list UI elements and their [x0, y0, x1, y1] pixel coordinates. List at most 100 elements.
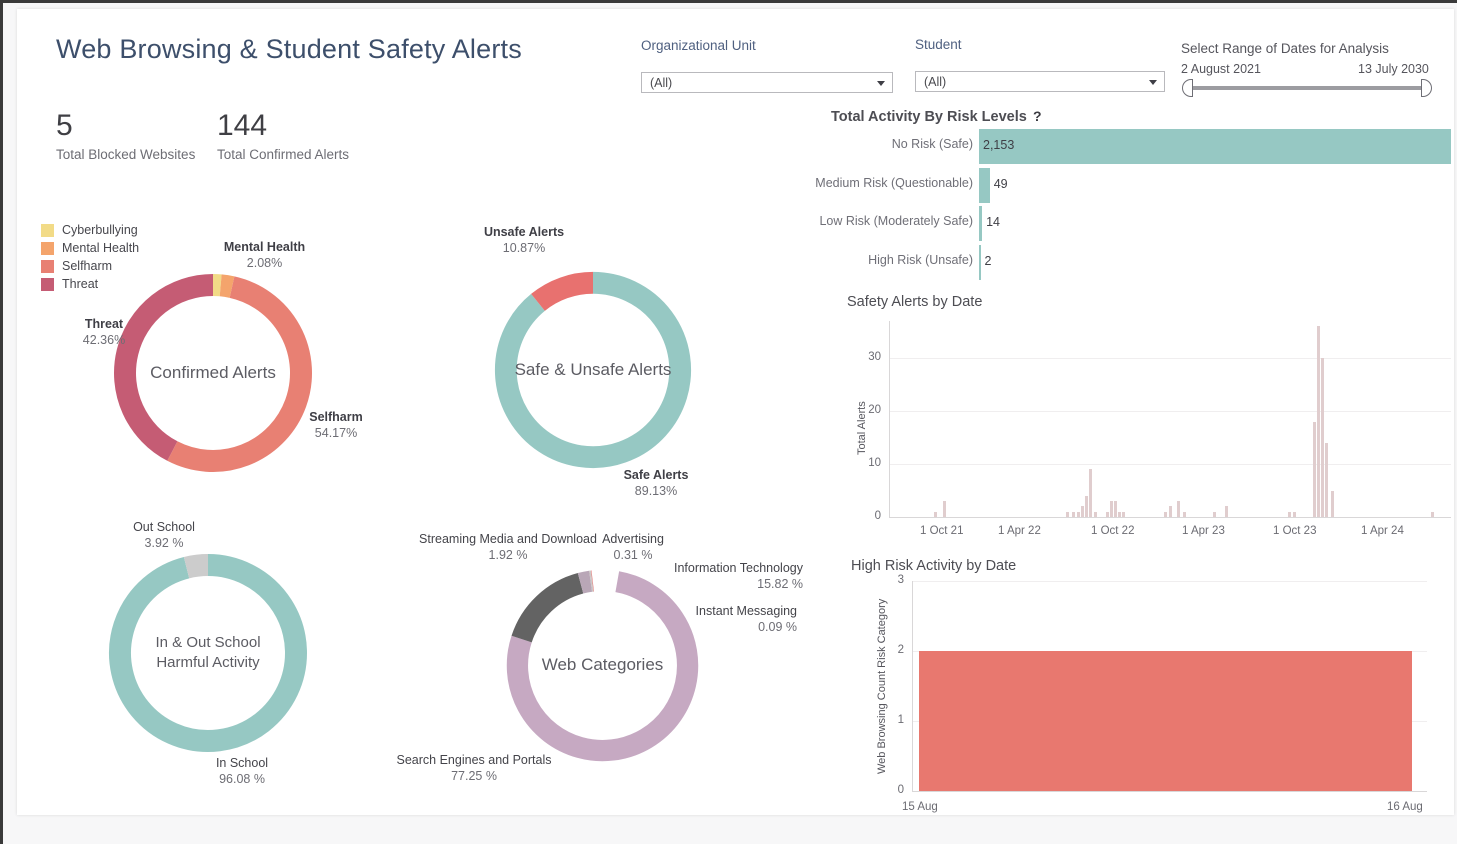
bar[interactable]	[1182, 511, 1186, 517]
x-axis-tick: 1 Oct 22	[1091, 525, 1135, 537]
risk-level-row[interactable]: Medium Risk (Questionable) 49	[815, 167, 1451, 206]
student-dropdown[interactable]: (All)	[915, 71, 1165, 92]
safety-alerts-chart-title: Safety Alerts by Date	[847, 294, 983, 310]
donut-slice[interactable]	[167, 276, 312, 472]
help-icon[interactable]: ?	[1033, 108, 1042, 124]
risk-level-row[interactable]: High Risk (Unsafe) 2	[831, 244, 1451, 283]
risk-level-row[interactable]: No Risk (Safe) 2,153	[831, 129, 1451, 167]
legend-color-swatch	[41, 241, 54, 255]
bar[interactable]	[1212, 511, 1216, 517]
risk-level-label: Medium Risk (Questionable)	[815, 175, 973, 190]
donut-slice[interactable]	[109, 554, 307, 752]
donut-label-instant-messaging: Instant Messaging 0.09 %	[695, 604, 797, 634]
date-range-slider-track[interactable]	[1185, 86, 1427, 90]
bar[interactable]	[1085, 495, 1089, 517]
bar[interactable]	[1076, 511, 1080, 517]
x-axis-tick: 1 Apr 22	[998, 525, 1041, 537]
donut-label-unsafe-alerts: Unsafe Alerts 10.87%	[483, 225, 565, 255]
legend-label: Selfharm	[62, 259, 113, 273]
bar[interactable]	[1320, 358, 1324, 517]
bar[interactable]	[1168, 506, 1172, 517]
donut-label-advertising: Advertising 0.31 %	[602, 532, 664, 562]
date-range-handle-end[interactable]	[1421, 79, 1432, 97]
bar[interactable]	[942, 501, 946, 517]
risk-level-bar[interactable]	[979, 244, 981, 280]
org-unit-label: Organizational Unit	[641, 38, 756, 53]
donut-slice[interactable]	[531, 271, 594, 312]
bar[interactable]	[1118, 511, 1122, 517]
donut-slice[interactable]	[577, 570, 593, 594]
bar[interactable]	[1113, 501, 1117, 517]
bar[interactable]	[919, 651, 1412, 791]
risk-levels-title: Total Activity By Risk Levels	[831, 109, 1027, 125]
risk-level-label: Low Risk (Moderately Safe)	[819, 214, 973, 228]
legend-item[interactable]: Mental Health	[41, 239, 139, 257]
date-range-handle-start[interactable]	[1182, 79, 1193, 97]
kpi-confirmed-alerts-value: 144	[217, 109, 268, 142]
screen-frame: Web Browsing & Student Safety Alerts 5 T…	[0, 0, 1457, 844]
bar[interactable]	[1292, 511, 1296, 517]
donut-label-in-school: In School 96.08 %	[215, 756, 269, 786]
legend-item[interactable]: Cyberbullying	[41, 221, 139, 239]
bar[interactable]	[1176, 501, 1180, 517]
bar[interactable]	[1081, 506, 1085, 517]
legend-color-swatch	[41, 223, 54, 237]
legend-color-swatch	[41, 259, 54, 273]
kpi-blocked-websites-value: 5	[56, 109, 73, 142]
safe-unsafe-donut[interactable]	[488, 265, 698, 475]
risk-level-row[interactable]: Low Risk (Moderately Safe) 14	[819, 206, 1451, 244]
web-categories-donut[interactable]	[500, 563, 705, 768]
plot-area[interactable]	[889, 321, 1451, 517]
date-range-end: 13 July 2030	[1358, 62, 1429, 76]
donut-slice[interactable]	[114, 274, 214, 461]
bar[interactable]	[1105, 511, 1109, 517]
bar[interactable]	[1164, 511, 1168, 517]
donut-slice[interactable]	[183, 554, 209, 579]
donut-label-streaming-media: Streaming Media and Download 1.92 %	[419, 532, 597, 562]
org-unit-dropdown[interactable]: (All)	[641, 72, 893, 93]
legend-label: Threat	[62, 277, 99, 291]
y-axis-line	[912, 581, 913, 791]
bar[interactable]	[1122, 511, 1126, 517]
x-axis-tick: 15 Aug	[902, 801, 938, 813]
y-axis-tick: 3	[897, 574, 904, 586]
donut-label-information-technology: Information Technology 15.82 %	[673, 561, 803, 591]
legend-color-swatch	[41, 277, 54, 291]
donut-label-threat: Threat 42.36%	[82, 317, 126, 347]
org-unit-value: (All)	[650, 76, 673, 90]
bar[interactable]	[1324, 442, 1328, 517]
donut-slice[interactable]	[511, 573, 584, 643]
y-axis-tick: 2	[897, 644, 904, 656]
in-out-school-donut[interactable]	[102, 547, 314, 759]
bar[interactable]	[1109, 501, 1113, 517]
bar[interactable]	[933, 511, 937, 517]
bar[interactable]	[1288, 511, 1292, 517]
x-axis-tick: 1 Apr 23	[1182, 525, 1225, 537]
y-axis-tick: 20	[868, 404, 881, 417]
bar[interactable]	[1072, 511, 1076, 517]
x-axis-tick: 1 Oct 23	[1273, 525, 1317, 537]
donut-slice[interactable]	[219, 274, 235, 298]
gridline	[912, 581, 1427, 582]
date-range-label: Select Range of Dates for Analysis	[1181, 41, 1389, 56]
y-axis-tick: 10	[868, 457, 881, 470]
student-label: Student	[915, 37, 962, 52]
y-axis-tick: 30	[868, 351, 881, 364]
bar[interactable]	[1312, 421, 1316, 517]
bar[interactable]	[1330, 490, 1334, 517]
x-axis-tick: 1 Apr 24	[1361, 525, 1404, 537]
risk-level-value: 49	[993, 176, 1008, 191]
bar[interactable]	[1316, 326, 1320, 517]
risk-level-bar[interactable]	[979, 206, 983, 241]
risk-level-bar[interactable]	[979, 167, 990, 203]
bar[interactable]	[1094, 511, 1098, 517]
risk-level-bar[interactable]	[979, 129, 1451, 164]
donut-label-mental-health: Mental Health 2.08%	[223, 240, 306, 270]
bar[interactable]	[1225, 506, 1229, 517]
legend-label: Mental Health	[62, 241, 140, 255]
bar[interactable]	[1066, 511, 1070, 517]
bar[interactable]	[1089, 469, 1093, 517]
donut-slice[interactable]	[494, 271, 692, 469]
bar[interactable]	[1431, 511, 1435, 517]
confirmed-alerts-donut[interactable]	[107, 267, 319, 479]
